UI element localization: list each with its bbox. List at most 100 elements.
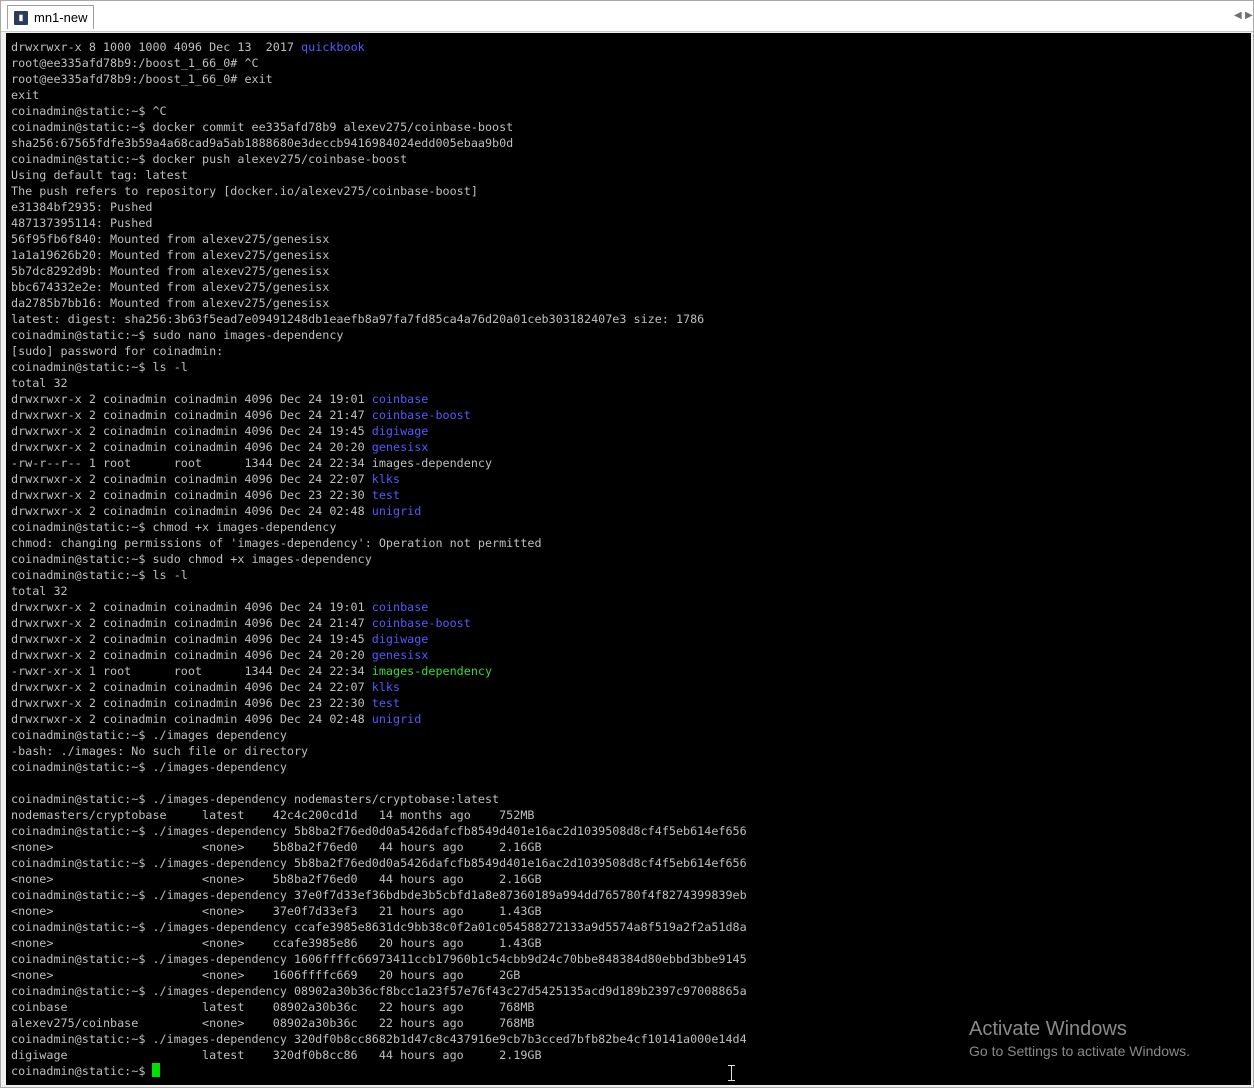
terminal-line: chmod: changing permissions of 'images-d…: [11, 535, 747, 551]
terminal-line: drwxrwxr-x 2 coinadmin coinadmin 4096 De…: [11, 711, 747, 727]
terminal-line: drwxrwxr-x 2 coinadmin coinadmin 4096 De…: [11, 679, 747, 695]
directory-name: coinbase-boost: [371, 408, 471, 422]
terminal-line: coinadmin@static:~$ ls -l: [11, 567, 747, 583]
terminal-line-text: coinadmin@static:~$: [11, 1064, 153, 1078]
terminal-line-text: -rw-r--r-- 1 root root 1344 Dec 24 22:34…: [11, 456, 493, 470]
terminal-line: coinbase latest 08902a30b36c 22 hours ag…: [11, 999, 747, 1015]
terminal-line-text: root@ee335afd78b9:/boost_1_66_0# exit: [11, 72, 273, 86]
directory-name: digiwage: [371, 424, 429, 438]
directory-name: coinbase: [371, 600, 429, 614]
terminal-line: 56f95fb6f840: Mounted from alexev275/gen…: [11, 231, 747, 247]
directory-name: digiwage: [371, 632, 429, 646]
watermark-subtitle: Go to Settings to activate Windows.: [969, 1043, 1190, 1059]
scroll-right-icon[interactable]: ▶: [1245, 10, 1253, 21]
directory-name: unigrid: [371, 712, 422, 726]
terminal-line: root@ee335afd78b9:/boost_1_66_0# ^C: [11, 55, 747, 71]
terminal-line-text: coinadmin@static:~$ ./images dependency: [11, 728, 287, 742]
terminal-line-text: drwxrwxr-x 2 coinadmin coinadmin 4096 De…: [11, 392, 372, 406]
terminal-line: coinadmin@static:~$ ^C: [11, 103, 747, 119]
terminal-line-text: coinadmin@static:~$ sudo nano images-dep…: [11, 328, 344, 342]
terminal-line: -bash: ./images: No such file or directo…: [11, 743, 747, 759]
directory-name: unigrid: [371, 504, 422, 518]
tab-bar: ▮ mn1-new ◀ ▶: [1, 1, 1253, 32]
terminal-line: alexev275/coinbase <none> 08902a30b36c 2…: [11, 1015, 747, 1031]
terminal-line-text: drwxrwxr-x 2 coinadmin coinadmin 4096 De…: [11, 408, 372, 422]
terminal-line: drwxrwxr-x 2 coinadmin coinadmin 4096 De…: [11, 471, 747, 487]
watermark-title: Activate Windows: [969, 1018, 1127, 1040]
terminal-line: coinadmin@static:~$ ./images-dependency …: [11, 855, 747, 871]
terminal-line: digiwage latest 320df0b8cc86 44 hours ag…: [11, 1047, 747, 1063]
terminal-line: exit: [11, 87, 747, 103]
terminal-line: <none> <none> ccafe3985e86 20 hours ago …: [11, 935, 747, 951]
terminal-line: coinadmin@static:~$ ./images-dependency …: [11, 919, 747, 935]
terminal-line: bbc674332e2e: Mounted from alexev275/gen…: [11, 279, 747, 295]
terminal-line-text: e31384bf2935: Pushed: [11, 200, 153, 214]
terminal-line: coinadmin@static:~$ ./images-dependency: [11, 759, 747, 775]
terminal-line: 487137395114: Pushed: [11, 215, 747, 231]
terminal-line: The push refers to repository [docker.io…: [11, 183, 747, 199]
scroll-left-icon[interactable]: ◀: [1234, 10, 1242, 21]
terminal-line-text: coinadmin@static:~$ ./images-dependency …: [11, 792, 500, 806]
terminal-line: <none> <none> 5b8ba2f76ed0 44 hours ago …: [11, 839, 747, 855]
terminal-line-text: <none> <none> 5b8ba2f76ed0 44 hours ago …: [11, 840, 542, 854]
directory-name: quickbook: [301, 40, 365, 54]
terminal-line-text: coinadmin@static:~$ chmod +x images-depe…: [11, 520, 337, 534]
terminal-line-text: coinadmin@static:~$ ./images-dependency …: [11, 920, 747, 934]
terminal-line: coinadmin@static:~$ sudo nano images-dep…: [11, 327, 747, 343]
terminal-line-text: total 32: [11, 376, 68, 390]
terminal-line-text: coinadmin@static:~$ ls -l: [11, 568, 188, 582]
terminal-line: drwxrwxr-x 2 coinadmin coinadmin 4096 De…: [11, 407, 747, 423]
terminal-line-text: bbc674332e2e: Mounted from alexev275/gen…: [11, 280, 330, 294]
terminal-line-text: drwxrwxr-x 8 1000 1000 4096 Dec 13 2017: [11, 40, 302, 54]
terminal-line-text: drwxrwxr-x 2 coinadmin coinadmin 4096 De…: [11, 504, 372, 518]
terminal-line-text: <none> <none> 37e0f7d33ef3 21 hours ago …: [11, 904, 542, 918]
terminal-line: 5b7dc8292d9b: Mounted from alexev275/gen…: [11, 263, 747, 279]
terminal-line-text: coinbase latest 08902a30b36c 22 hours ag…: [11, 1000, 535, 1014]
terminal-line: drwxrwxr-x 2 coinadmin coinadmin 4096 De…: [11, 599, 747, 615]
terminal-output[interactable]: drwxrwxr-x 8 1000 1000 4096 Dec 13 2017 …: [6, 33, 1251, 1085]
terminal-line-text: digiwage latest 320df0b8cc86 44 hours ag…: [11, 1048, 542, 1062]
terminal-line-text: drwxrwxr-x 2 coinadmin coinadmin 4096 De…: [11, 472, 372, 486]
terminal-line: drwxrwxr-x 8 1000 1000 4096 Dec 13 2017 …: [11, 39, 747, 55]
terminal-line: <none> <none> 37e0f7d33ef3 21 hours ago …: [11, 903, 747, 919]
directory-name: genesisx: [371, 648, 429, 662]
terminal-line: nodemasters/cryptobase latest 42c4c200cd…: [11, 807, 747, 823]
terminal-line-text: coinadmin@static:~$ ./images-dependency …: [11, 824, 747, 838]
terminal-line: drwxrwxr-x 2 coinadmin coinadmin 4096 De…: [11, 487, 747, 503]
mouse-ibeam-cursor-icon: [728, 1065, 736, 1081]
terminal-line-text: drwxrwxr-x 2 coinadmin coinadmin 4096 De…: [11, 440, 372, 454]
terminal-line-text: coinadmin@static:~$ ls -l: [11, 360, 188, 374]
terminal-line: sha256:67565fdfe3b59a4a68cad9a5ab1888680…: [11, 135, 747, 151]
terminal-line-text: latest: digest: sha256:3b63f5ead7e094912…: [11, 312, 705, 326]
terminal-line: coinadmin@static:~$ ./images-dependency …: [11, 791, 747, 807]
terminal-line-text: coinadmin@static:~$ docker commit ee335a…: [11, 120, 514, 134]
terminal-line: drwxrwxr-x 2 coinadmin coinadmin 4096 De…: [11, 695, 747, 711]
terminal-line: e31384bf2935: Pushed: [11, 199, 747, 215]
session-tab[interactable]: ▮ mn1-new: [7, 5, 95, 29]
executable-name: images-dependency: [371, 664, 493, 678]
terminal-line: <none> <none> 1606ffffc669 20 hours ago …: [11, 967, 747, 983]
terminal-line-text: total 32: [11, 584, 68, 598]
directory-name: test: [371, 696, 401, 710]
terminal-line: -rw-r--r-- 1 root root 1344 Dec 24 22:34…: [11, 455, 747, 471]
terminal-line-text: drwxrwxr-x 2 coinadmin coinadmin 4096 De…: [11, 632, 372, 646]
terminal-line: Using default tag: latest: [11, 167, 747, 183]
terminal-line: total 32: [11, 375, 747, 391]
terminal-line: drwxrwxr-x 2 coinadmin coinadmin 4096 De…: [11, 615, 747, 631]
terminal-line-text: coinadmin@static:~$ ./images-dependency …: [11, 984, 747, 998]
terminal-line-text: Using default tag: latest: [11, 168, 188, 182]
activate-windows-watermark: Activate Windows Go to Settings to activ…: [969, 1017, 1190, 1061]
directory-name: test: [371, 488, 401, 502]
terminal-line-text: The push refers to repository [docker.io…: [11, 184, 478, 198]
terminal-line: coinadmin@static:~$ chmod +x images-depe…: [11, 519, 747, 535]
terminal-line: da2785b7bb16: Mounted from alexev275/gen…: [11, 295, 747, 311]
terminal-line-text: sha256:67565fdfe3b59a4a68cad9a5ab1888680…: [11, 136, 514, 150]
terminal-line-text: 487137395114: Pushed: [11, 216, 153, 230]
terminal-line-text: nodemasters/cryptobase latest 42c4c200cd…: [11, 808, 535, 822]
terminal-line-text: 56f95fb6f840: Mounted from alexev275/gen…: [11, 232, 330, 246]
directory-name: genesisx: [371, 440, 429, 454]
terminal-line-text: -bash: ./images: No such file or directo…: [11, 744, 309, 758]
session-tab-label: mn1-new: [34, 10, 88, 25]
text-cursor: [152, 1063, 161, 1077]
